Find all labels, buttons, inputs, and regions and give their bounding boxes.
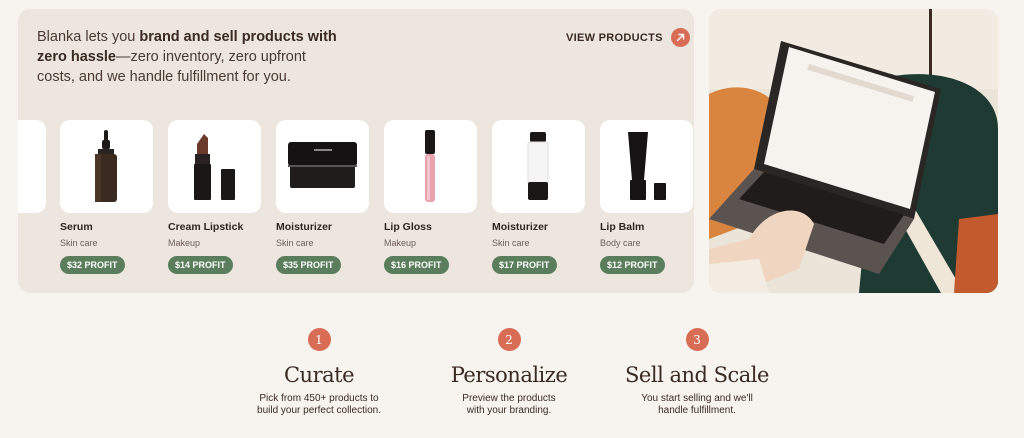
product-name: Lip Balm: [600, 221, 645, 233]
profit-badge: $12 PROFIT: [600, 256, 665, 274]
lip-gloss-image: [384, 120, 477, 213]
serum-bottle-image: [60, 120, 153, 213]
step-description: You start selling and we'll handle fulfi…: [641, 393, 753, 416]
product-category: Skin care: [492, 238, 530, 248]
profit-badge: $14 PROFIT: [168, 256, 233, 274]
profit-badge: $32 PROFIT: [60, 256, 125, 274]
arrow-up-right-icon: [670, 28, 690, 47]
step-number: 3: [685, 328, 709, 351]
product-card-partial[interactable]: [18, 120, 46, 213]
product-category: Makeup: [384, 238, 417, 248]
product-card[interactable]: Cream Lipstick Makeup $14 PROFIT: [168, 120, 261, 274]
step-title: Curate: [283, 363, 355, 387]
product-card[interactable]: Serum Skin care $32 PROFIT: [60, 120, 153, 274]
step-description: Pick from 450+ products to build your pe…: [257, 393, 381, 416]
product-name: Moisturizer: [492, 221, 549, 233]
product-category: Skin care: [60, 238, 98, 248]
product-name: Moisturizer: [276, 221, 333, 233]
product-name: Serum: [60, 221, 93, 233]
product-card[interactable]: Moisturizer Skin care $35 PROFIT: [276, 120, 369, 274]
profit-badge: $16 PROFIT: [384, 256, 449, 274]
step-curate: 1 Curate Pick from 450+ products to buil…: [238, 328, 400, 417]
intro-text: Blanka lets you brand and sell products …: [37, 29, 337, 85]
product-image: [18, 120, 46, 213]
step-number: 1: [307, 328, 331, 351]
product-name: Cream Lipstick: [168, 221, 244, 233]
step-sell-and-scale: 3 Sell and Scale You start selling and w…: [616, 328, 778, 417]
profit-badge: $35 PROFIT: [276, 256, 341, 274]
profit-badge: $17 PROFIT: [492, 256, 557, 274]
step-description: Preview the products with your branding.: [462, 393, 556, 416]
step-personalize: 2 Personalize Preview the products with …: [428, 328, 590, 417]
product-card[interactable]: Lip Gloss Makeup $16 PROFIT: [384, 120, 477, 274]
lip-balm-image: [600, 120, 693, 213]
view-products-label: VIEW PRODUCTS: [566, 31, 663, 44]
moisturizer-jar-image: [276, 120, 369, 213]
step-number: 2: [497, 328, 521, 351]
product-category: Makeup: [168, 238, 201, 248]
product-name: Lip Gloss: [384, 221, 432, 233]
product-showcase-panel: Blanka lets you brand and sell products …: [18, 9, 694, 293]
product-card[interactable]: Lip Balm Body care $12 PROFIT: [600, 120, 693, 274]
moisturizer-pump-image: [492, 120, 585, 213]
product-category: Skin care: [276, 238, 314, 248]
view-products-link[interactable]: VIEW PRODUCTS: [566, 28, 690, 47]
laptop-lifestyle-photo: [709, 9, 998, 293]
product-category: Body care: [600, 238, 641, 248]
step-title: Sell and Scale: [625, 363, 769, 387]
lipstick-image: [168, 120, 261, 213]
product-card[interactable]: Moisturizer Skin care $17 PROFIT: [492, 120, 585, 274]
step-title: Personalize: [450, 363, 568, 387]
